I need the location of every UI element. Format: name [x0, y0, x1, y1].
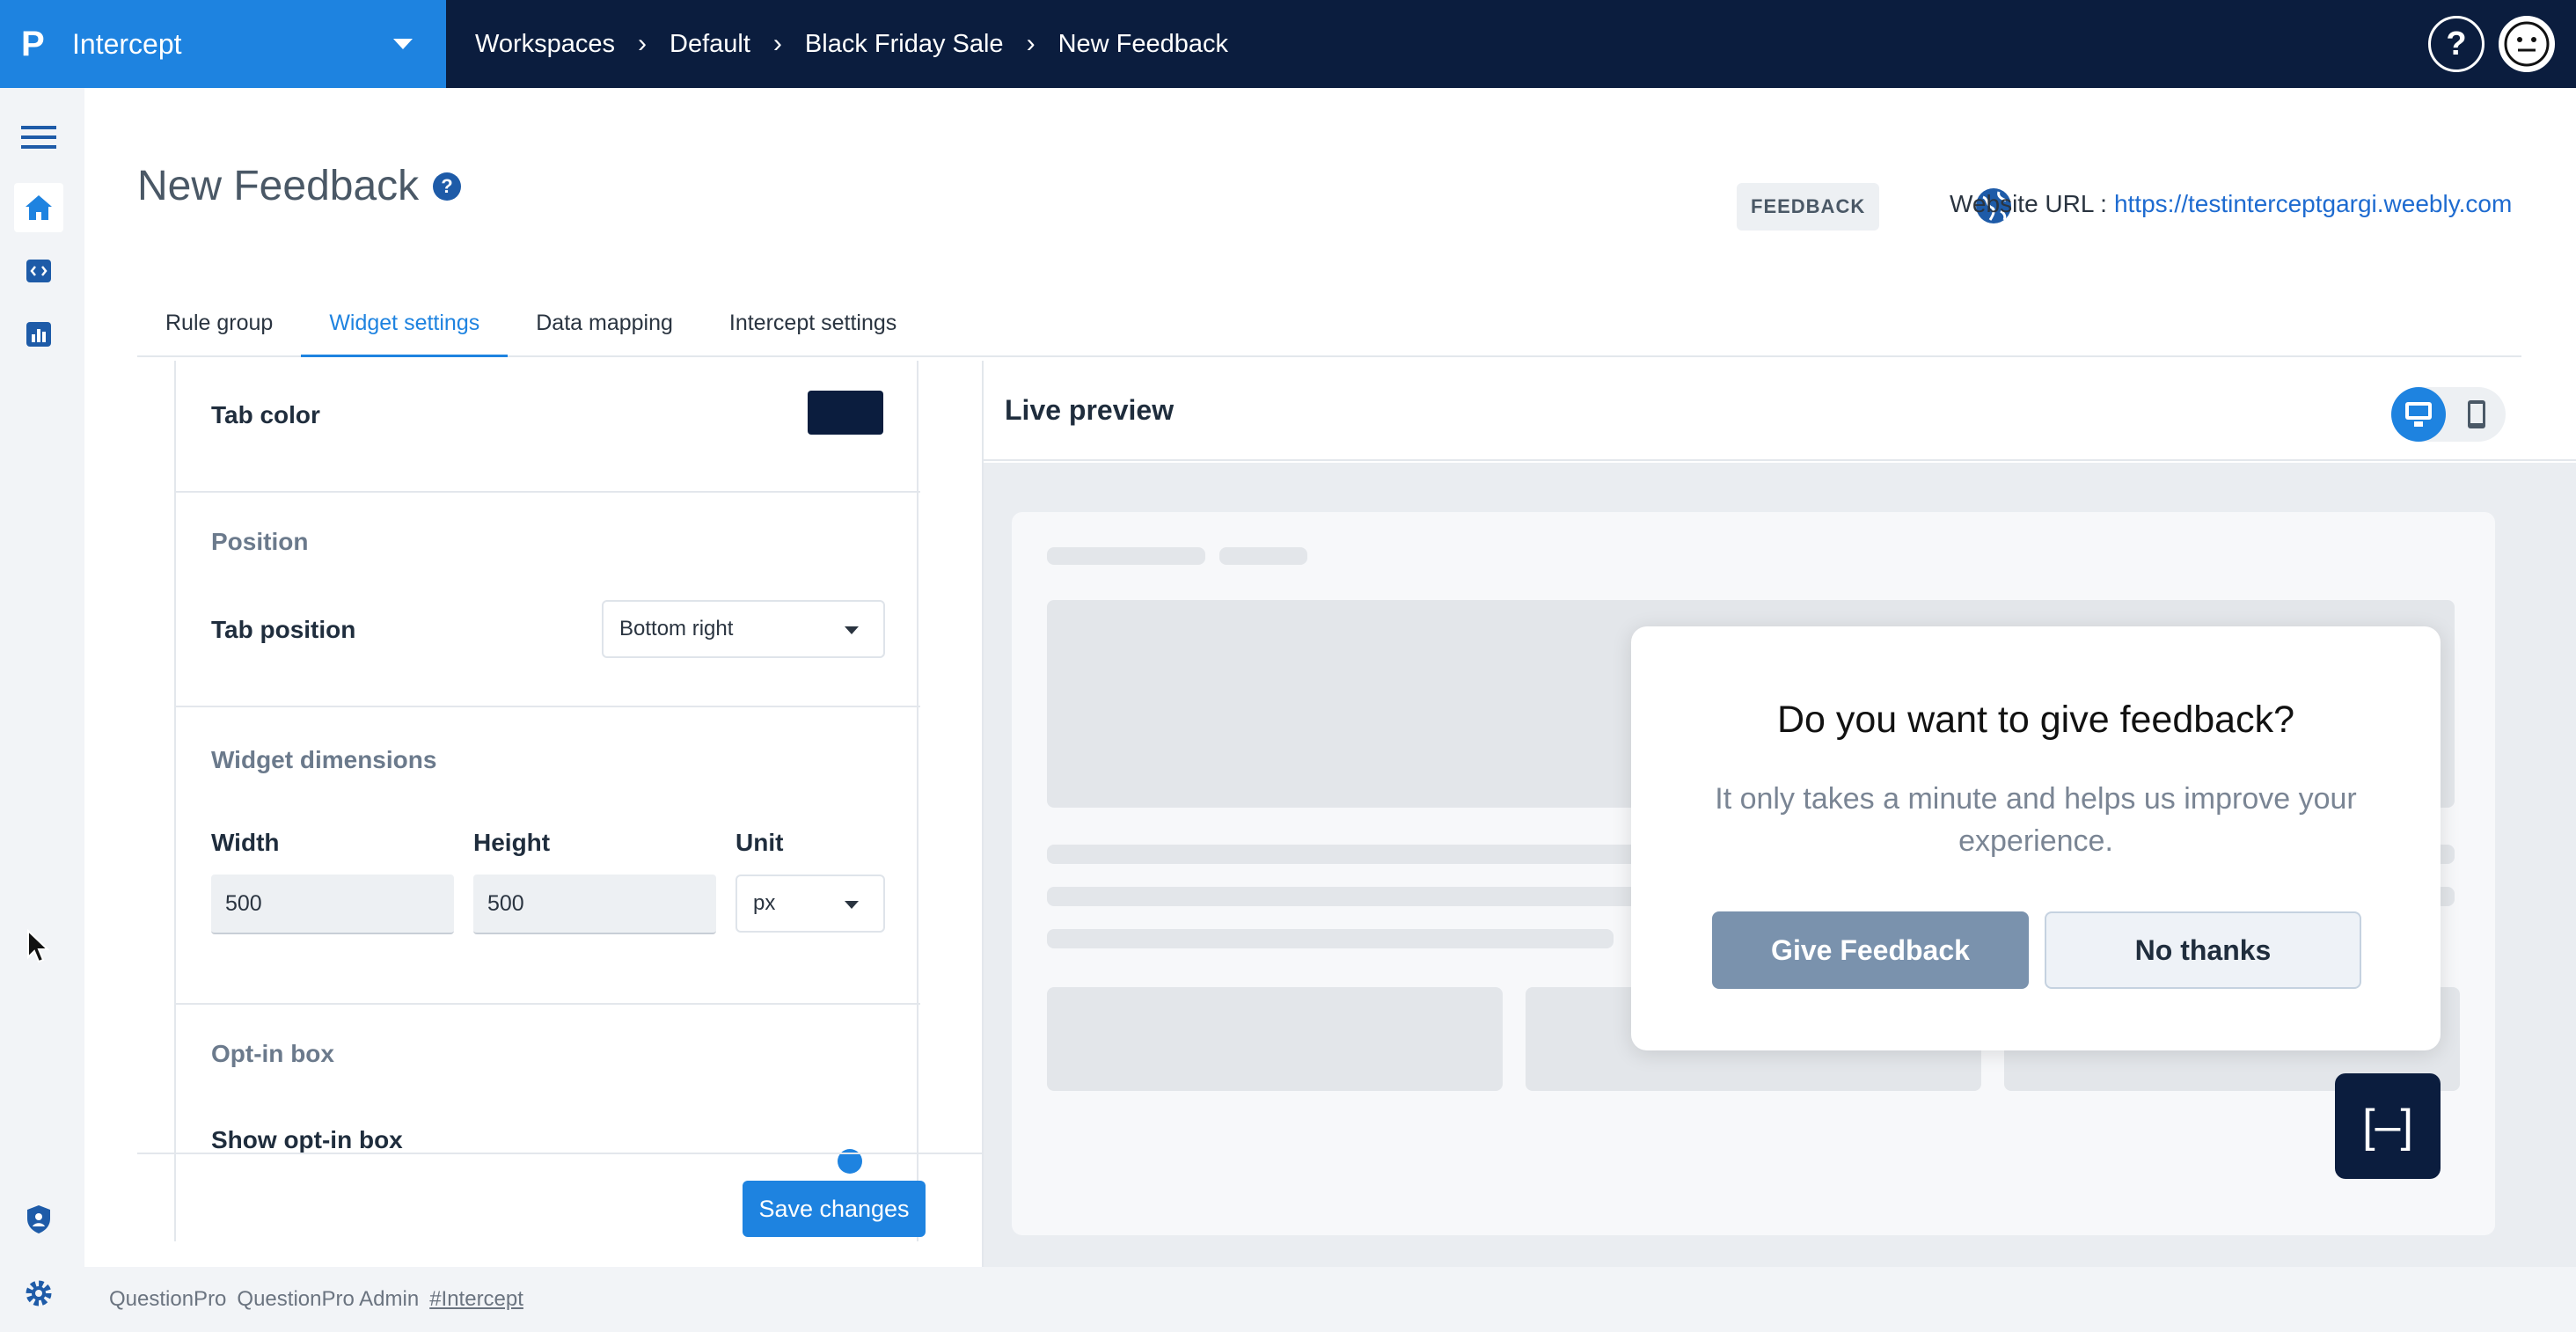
chevron-right-icon: ›: [772, 29, 782, 58]
tab-position-select[interactable]: Bottom right: [602, 600, 885, 658]
dialog-question: Do you want to give feedback?: [1776, 699, 2295, 741]
tab-intercept-settings[interactable]: Intercept settings: [701, 299, 925, 357]
sidebar-item-code[interactable]: [14, 246, 63, 296]
caret-down-icon: [845, 626, 859, 634]
unit-label: Unit: [735, 829, 784, 856]
breadcrumb: Workspaces › Default › Black Friday Sale…: [475, 0, 1228, 88]
tab-rule-group[interactable]: Rule group: [137, 299, 301, 357]
top-bar: P Intercept Workspaces › Default › Black…: [0, 0, 2576, 88]
avatar[interactable]: [2499, 16, 2555, 72]
tab-widget-settings[interactable]: Widget settings: [301, 299, 509, 357]
skeleton-line: [1219, 547, 1307, 565]
tab-position-label: Tab position: [211, 616, 356, 643]
widget-dimensions-section: Widget dimensions Width Height Unit 500 …: [176, 707, 920, 1005]
desktop-view-button[interactable]: [2391, 387, 2446, 442]
feedback-tab-button[interactable]: [–]: [2335, 1073, 2441, 1179]
sidebar-item-home[interactable]: [14, 183, 63, 232]
avatar-icon: [2504, 21, 2550, 67]
give-feedback-button[interactable]: Give Feedback: [1712, 911, 2029, 989]
caret-down-icon: [845, 901, 859, 909]
chevron-right-icon: ›: [1026, 29, 1036, 58]
mobile-view-button[interactable]: [2449, 387, 2504, 442]
height-label: Height: [473, 829, 551, 856]
width-label: Width: [211, 829, 280, 856]
breadcrumb-default[interactable]: Default: [670, 30, 750, 59]
breadcrumb-black-friday-sale[interactable]: Black Friday Sale: [805, 30, 1004, 59]
tab-color-label: Tab color: [211, 401, 320, 428]
no-thanks-button[interactable]: No thanks: [2045, 911, 2361, 989]
skeleton-line: [1047, 547, 1205, 565]
website-url-link[interactable]: https://testinterceptgargi.weebly.com: [2114, 190, 2512, 217]
widget-dimensions-title: Widget dimensions: [211, 746, 437, 773]
app-switcher[interactable]: P Intercept: [0, 0, 446, 88]
position-title: Position: [211, 528, 309, 555]
unit-value: px: [753, 891, 776, 915]
preview-title: Live preview: [1005, 394, 1175, 426]
help-icon[interactable]: ?: [433, 172, 461, 201]
dialog-subtitle: It only takes a minute and helps us impr…: [1715, 782, 2357, 858]
type-badge: FEEDBACK: [1737, 183, 1880, 231]
sidebar-item-reports[interactable]: [14, 310, 63, 359]
show-optin-label: Show opt-in box: [211, 1126, 403, 1153]
settings-panel: Tab color Position Tab position Bottom r…: [174, 361, 1003, 1241]
website-url: Website URL : https://testinterceptgargi.…: [1950, 190, 2512, 218]
tab-data-mapping[interactable]: Data mapping: [508, 299, 701, 357]
chart-icon: [26, 322, 51, 347]
unit-select[interactable]: px: [735, 875, 885, 933]
footer-org: QuestionPro: [109, 1287, 227, 1311]
desktop-icon: [2405, 402, 2432, 427]
website-url-label: Website URL :: [1950, 190, 2107, 217]
breadcrumb-workspaces[interactable]: Workspaces: [475, 30, 615, 59]
cursor-icon: [27, 929, 49, 963]
tab-color-swatch[interactable]: [808, 391, 883, 435]
code-icon: [26, 260, 51, 282]
home-icon: [26, 195, 52, 220]
feedback-dialog: Do you want to give feedback? It only ta…: [1631, 626, 2441, 1050]
sidebar: [0, 88, 84, 1332]
device-toggle: [2391, 387, 2506, 442]
footer: QuestionPro QuestionPro Admin #Intercept: [84, 1267, 2576, 1332]
brand-name: Intercept: [72, 27, 182, 60]
footer-user: QuestionPro Admin: [237, 1287, 420, 1311]
settings-scroll-area: Tab color Position Tab position Bottom r…: [174, 361, 920, 1241]
footer-tag-link[interactable]: #Intercept: [429, 1287, 523, 1312]
height-field[interactable]: 500: [473, 875, 716, 934]
tab-color-section: Tab color: [176, 361, 920, 493]
optin-title: Opt-in box: [211, 1040, 334, 1067]
tab-bar: Rule group Widget settings Data mapping …: [137, 299, 2521, 357]
save-button[interactable]: Save changes: [743, 1181, 926, 1237]
chevron-down-icon[interactable]: [393, 39, 413, 49]
panel-divider: [137, 1153, 1008, 1154]
position-section: Position Tab position Bottom right: [176, 493, 920, 707]
help-button[interactable]: ?: [2428, 16, 2485, 72]
skeleton-line: [1047, 929, 1614, 948]
chevron-right-icon: ›: [638, 29, 648, 58]
hamburger-icon[interactable]: [14, 113, 63, 162]
brand-logo: P: [21, 24, 45, 63]
tab-position-value: Bottom right: [619, 617, 734, 640]
skeleton-card: [1047, 987, 1503, 1091]
page-title: New Feedback: [137, 163, 420, 209]
mobile-icon: [2468, 400, 2485, 428]
gear-icon: [26, 1280, 52, 1306]
preview-header: Live preview: [984, 361, 2576, 461]
width-field[interactable]: 500: [211, 875, 454, 934]
main-content: New Feedback ? FEEDBACK Website URL : htt…: [84, 88, 2576, 1267]
sidebar-item-settings[interactable]: [14, 1269, 63, 1318]
breadcrumb-new-feedback: New Feedback: [1057, 29, 1229, 58]
sidebar-item-security[interactable]: [14, 1195, 63, 1244]
shield-icon: [27, 1205, 50, 1233]
